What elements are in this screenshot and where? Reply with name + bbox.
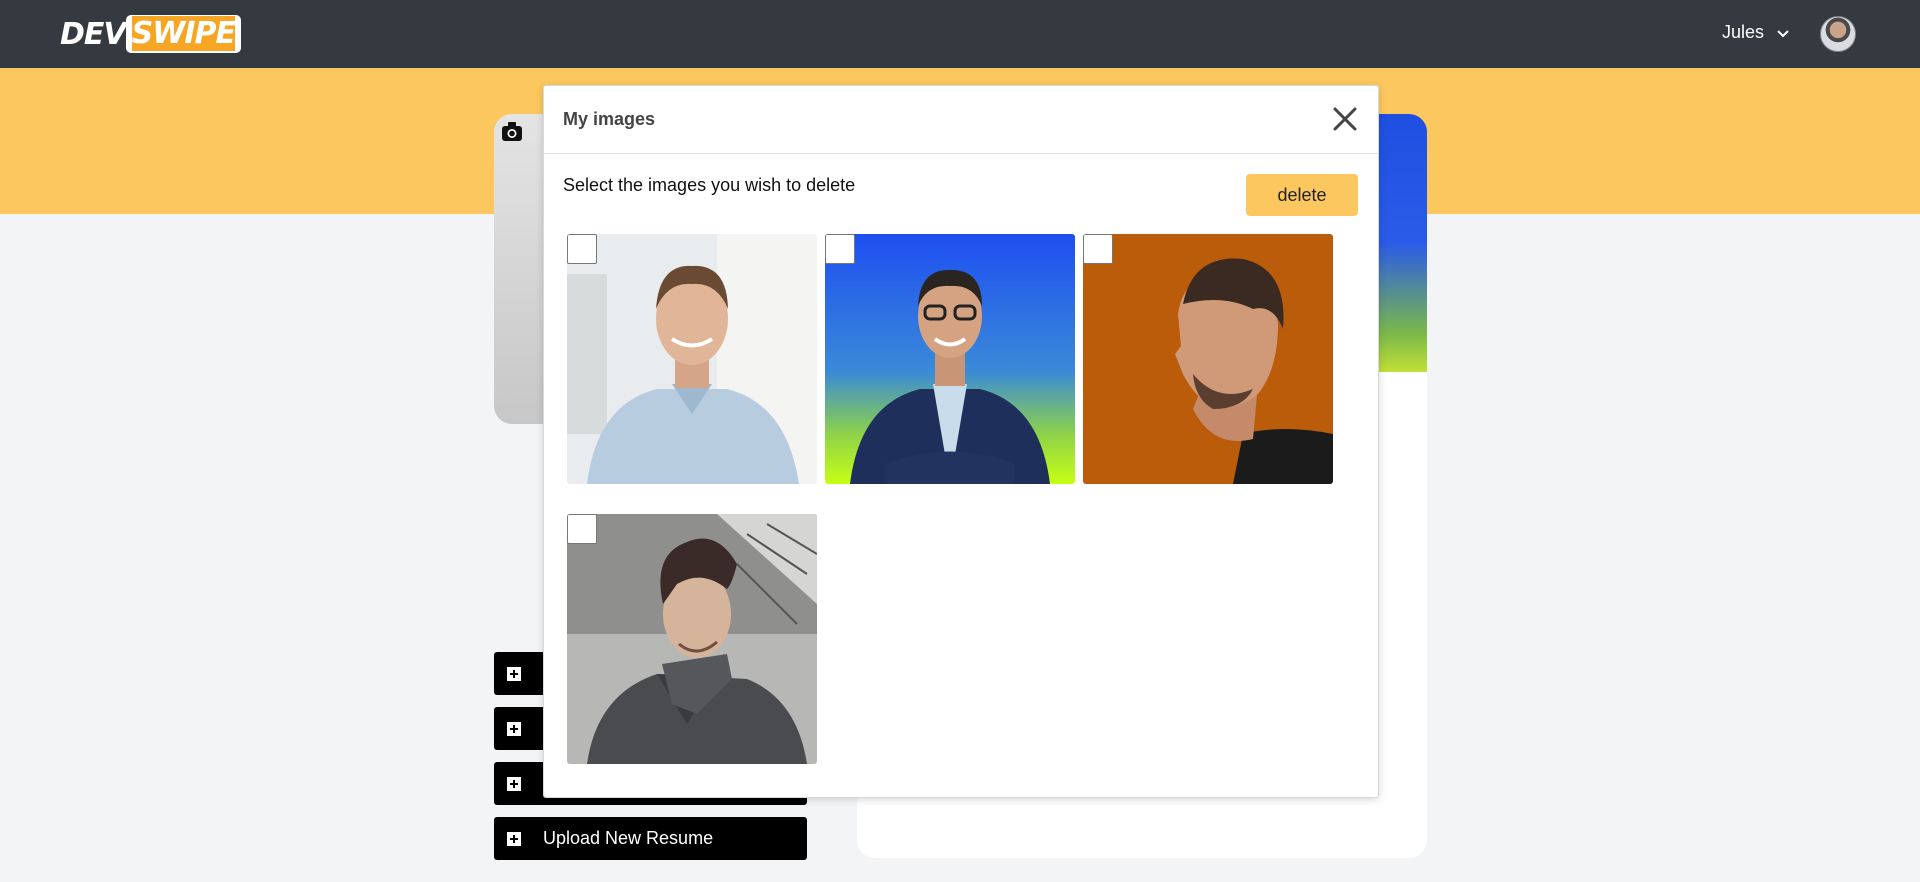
my-images-modal: My images Select the images you wish to … <box>543 85 1379 798</box>
logo-swipe-text: SWIPE <box>125 15 241 53</box>
image-thumbnail[interactable] <box>825 234 1075 484</box>
image-thumbnail[interactable] <box>567 234 817 484</box>
upload-resume-label: Upload New Resume <box>543 828 714 848</box>
photo-man-office <box>567 234 817 484</box>
user-avatar[interactable] <box>1820 16 1856 52</box>
top-navbar: DEV SWIPE Jules <box>0 0 1920 68</box>
image-checkbox[interactable] <box>1083 234 1113 264</box>
plus-square-icon <box>507 666 521 681</box>
image-checkbox[interactable] <box>567 234 597 264</box>
image-checkbox[interactable] <box>825 234 855 264</box>
close-icon[interactable] <box>1330 104 1360 134</box>
plus-square-icon <box>507 831 521 846</box>
modal-header: My images <box>544 86 1378 154</box>
modal-title: My images <box>563 109 656 129</box>
user-name: Jules <box>1721 22 1764 42</box>
camera-icon[interactable] <box>500 120 524 142</box>
upload-resume-button[interactable]: Upload New Resume <box>494 817 807 860</box>
plus-square-icon <box>507 776 521 791</box>
image-checkbox[interactable] <box>567 514 597 544</box>
user-menu-dropdown[interactable]: Jules <box>1722 22 1792 43</box>
chevron-down-icon <box>1777 29 1789 37</box>
photo-man-glasses <box>825 234 1075 484</box>
logo-dev-text: DEV <box>60 16 127 52</box>
delete-button[interactable]: delete <box>1246 174 1358 216</box>
photo-man-coat <box>567 514 817 764</box>
image-thumbnail[interactable] <box>567 514 817 764</box>
photo-man-profile <box>1083 234 1333 484</box>
devswipe-logo[interactable]: DEV SWIPE <box>60 12 241 56</box>
modal-instruction: Select the images you wish to delete <box>563 175 856 195</box>
plus-square-icon <box>507 721 521 736</box>
image-thumbnail[interactable] <box>1083 234 1333 484</box>
